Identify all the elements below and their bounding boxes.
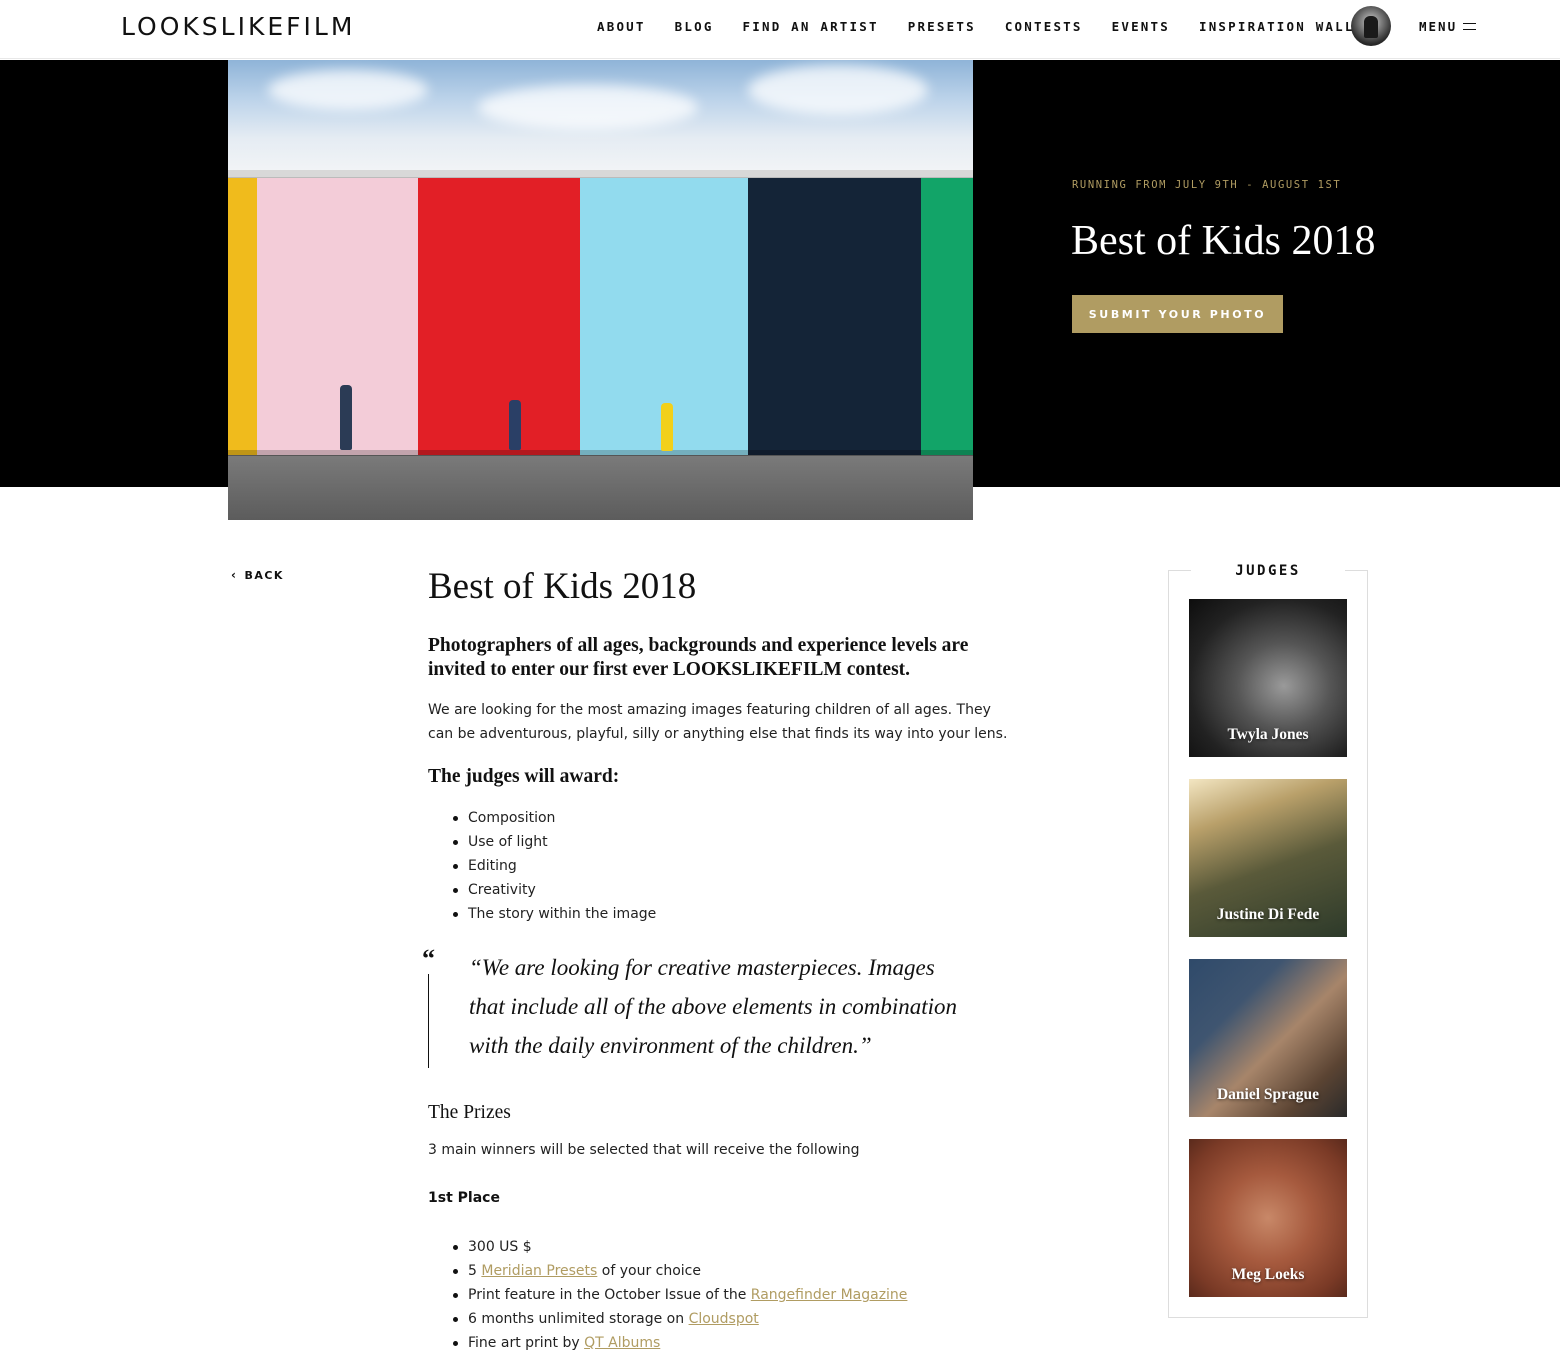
contest-content: Best of Kids 2018 Photographers of all a… — [422, 566, 1018, 1351]
prize-text: 6 months unlimited storage on — [468, 1311, 689, 1327]
list-item: 5 Meridian Presets of your choice — [452, 1259, 907, 1283]
nav-contests[interactable]: CONTESTS — [1005, 19, 1083, 34]
rangefinder-magazine-link[interactable]: Rangefinder Magazine — [751, 1287, 908, 1303]
submit-photo-button[interactable]: SUBMIT YOUR PHOTO — [1072, 295, 1283, 333]
judge-name: Twyla Jones — [1227, 726, 1309, 743]
prizes-text: 3 main winners will be selected that wil… — [428, 1142, 860, 1158]
list-item: Editing — [452, 854, 656, 878]
meridian-presets-link[interactable]: Meridian Presets — [481, 1263, 597, 1279]
user-avatar[interactable] — [1351, 6, 1391, 46]
hamburger-icon — [1463, 23, 1477, 30]
list-item: Fine art print by QT Albums — [452, 1331, 907, 1355]
menu-label: MENU — [1419, 19, 1458, 34]
green-panel — [921, 178, 973, 455]
cloud — [478, 85, 698, 130]
quote-icon: “ — [422, 944, 435, 973]
site-logo[interactable]: LOOKSLIKEFILM — [121, 12, 355, 41]
judge-card[interactable]: Justine Di Fede — [1189, 779, 1347, 937]
cloud — [748, 65, 928, 115]
first-place-heading: 1st Place — [428, 1190, 500, 1206]
nav-blog[interactable]: BLOG — [675, 19, 714, 34]
list-item: Composition — [452, 806, 656, 830]
nav-about[interactable]: ABOUT — [597, 19, 646, 34]
child-figure — [340, 385, 352, 450]
nav-find-an-artist[interactable]: FIND AN ARTIST — [743, 19, 879, 34]
list-item: 6 months unlimited storage on Cloudspot — [452, 1307, 907, 1331]
lead-paragraph: Photographers of all ages, backgrounds a… — [428, 635, 969, 680]
red-panel — [418, 178, 580, 455]
quote-bar — [428, 974, 429, 1068]
list-item: The story within the image — [452, 902, 656, 926]
ground — [228, 456, 973, 520]
qt-albums-link[interactable]: QT Albums — [584, 1335, 660, 1351]
prizes-heading: The Prizes — [428, 1102, 511, 1123]
judge-quote: “We are looking for creative masterpiece… — [469, 955, 958, 1058]
nav-presets[interactable]: PRESETS — [908, 19, 976, 34]
list-item: Use of light — [452, 830, 656, 854]
judge-name: Daniel Sprague — [1216, 1086, 1320, 1103]
judges-panel: JUDGES Twyla Jones Justine Di Fede Danie… — [1168, 563, 1368, 1318]
judges-title: JUDGES — [1191, 563, 1345, 579]
main-nav: ABOUT BLOG FIND AN ARTIST PRESETS CONTES… — [597, 19, 1384, 34]
site-header: LOOKSLIKEFILM ABOUT BLOG FIND AN ARTIST … — [0, 0, 1560, 59]
back-label: BACK — [244, 568, 284, 582]
criteria-list: Composition Use of light Editing Creativ… — [452, 806, 656, 926]
nav-events[interactable]: EVENTS — [1112, 19, 1170, 34]
prize-text: 5 — [468, 1263, 482, 1279]
hero-image — [228, 60, 973, 520]
page-title: Best of Kids 2018 — [428, 566, 697, 607]
prize-text: of your choice — [597, 1263, 701, 1279]
yellow-panel — [228, 178, 257, 455]
judge-name: Justine Di Fede — [1216, 906, 1320, 923]
prize-text: Fine art print by — [468, 1335, 585, 1351]
cloud — [268, 70, 428, 110]
judges-award-heading: The judges will award: — [428, 766, 620, 787]
judge-card[interactable]: Twyla Jones — [1189, 599, 1347, 757]
prize-text: Print feature in the October Issue of th… — [468, 1287, 751, 1303]
chevron-left-icon: ‹ — [231, 568, 238, 582]
prize-text: 300 US $ — [468, 1239, 532, 1255]
cloudspot-link[interactable]: Cloudspot — [689, 1311, 759, 1327]
contest-dates: RUNNING FROM JULY 9TH - AUGUST 1ST — [1072, 179, 1342, 191]
roofline — [228, 170, 973, 178]
judge-name: Meg Loeks — [1231, 1266, 1305, 1283]
hero-title: Best of Kids 2018 — [1071, 218, 1376, 264]
nav-inspiration-wall[interactable]: INSPIRATION WALL — [1199, 19, 1355, 34]
child-figure — [509, 400, 521, 450]
first-place-list: 300 US $ 5 Meridian Presets of your choi… — [452, 1235, 908, 1355]
back-link[interactable]: ‹ BACK — [231, 568, 284, 582]
list-item: Print feature in the October Issue of th… — [452, 1283, 908, 1307]
judge-card[interactable]: Meg Loeks — [1189, 1139, 1347, 1297]
list-item: Creativity — [452, 878, 656, 902]
menu-button[interactable]: MENU — [1419, 19, 1477, 34]
child-figure — [661, 403, 673, 451]
navy-panel — [748, 178, 921, 455]
list-item: 300 US $ — [452, 1235, 907, 1259]
intro-paragraph: We are looking for the most amazing imag… — [428, 702, 1008, 742]
judge-card[interactable]: Daniel Sprague — [1189, 959, 1347, 1117]
pink-panel — [257, 178, 418, 455]
